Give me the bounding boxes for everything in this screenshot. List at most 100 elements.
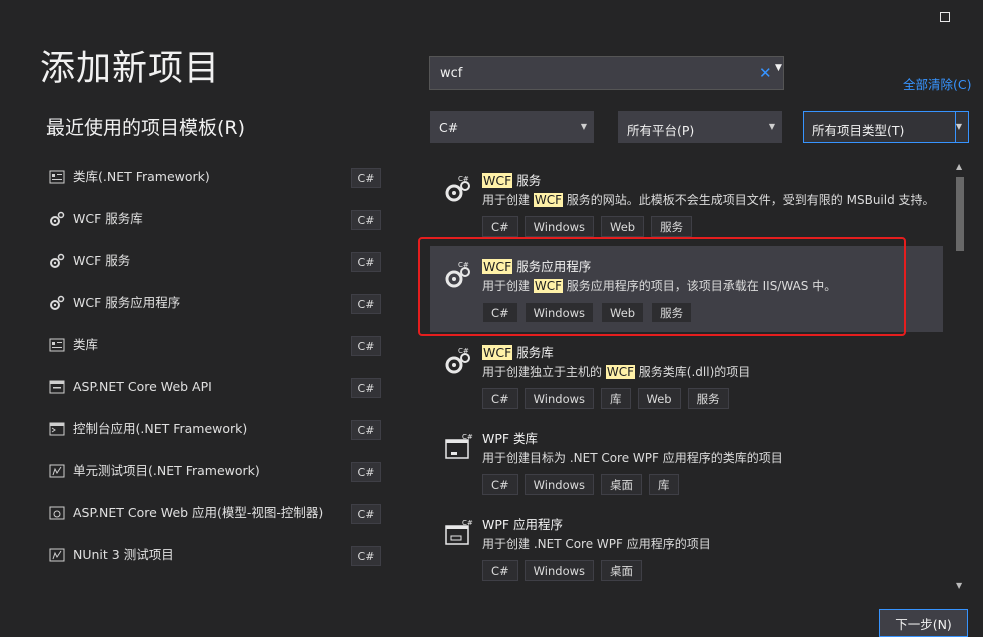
description-text: 用于创建目标为 .NET Core WPF 应用程序的类库的项目 [482,451,783,465]
template-tags: C# Windows 桌面 [482,560,643,581]
template-tag: Windows [524,216,595,237]
template-title-text: WPF 类库 [482,431,539,446]
search-match-highlight: WCF [482,345,513,360]
template-tag: 服务 [651,216,693,237]
clear-all-link[interactable]: 全部清除(C) [903,74,971,93]
maximize-icon[interactable] [940,12,950,22]
language-badge: C# [351,546,381,566]
description-text: 用于创建独立于主机的 [482,365,606,379]
project-type-filter-value: 所有项目类型(T) [812,123,905,138]
template-result-item[interactable]: C# WPF 类库用于创建目标为 .NET Core WPF 应用程序的类库的项目… [430,418,943,504]
recent-template-name: ASP.NET Core Web 应用(模型-视图-控制器) [73,505,324,520]
template-tag: 桌面 [601,474,643,495]
template-description: 用于创建独立于主机的 WCF 服务类库(.dll)的项目 [482,363,750,380]
template-tag: Windows [524,560,595,581]
template-results-list: C# WCF 服务 用于创建 WCF 服务的网站。此模板不会生成项目文件，受到有限的… [430,160,943,590]
wcf-gear-icon [49,253,65,269]
next-button[interactable]: 下一步(N) [879,609,968,637]
template-result-item[interactable]: C# WPF 应用程序用于创建 .NET Core WPF 应用程序的项目 C# Wi… [430,504,943,590]
results-scrollbar[interactable]: ▲ ▼ [954,162,966,590]
template-tag: 桌面 [601,560,643,581]
template-description: 用于创建目标为 .NET Core WPF 应用程序的类库的项目 [482,449,783,466]
template-result-item[interactable]: C# WCF 服务 用于创建 WCF 服务的网站。此模板不会生成项目文件，受到有限的… [430,160,943,246]
project-type-filter-dropdown[interactable]: 所有项目类型(T) ▼ [803,111,969,143]
template-tag: Windows [524,388,595,409]
template-tag: Web [601,216,645,237]
class-library-icon [49,337,65,353]
recent-template-name: 单元测试项目(.NET Framework) [73,463,260,478]
annotation-highlight-box [418,237,906,336]
wpf-app-icon: C# [444,518,474,548]
recent-template-item[interactable]: WCF 服务库 C# [46,198,381,240]
scroll-down-icon[interactable]: ▼ [956,581,962,590]
template-description: 用于创建 .NET Core WPF 应用程序的项目 [482,535,711,552]
platform-filter-value: 所有平台(P) [627,123,695,138]
template-title: WPF 类库 [482,428,538,447]
recent-template-item[interactable]: ASP.NET Core Web 应用(模型-视图-控制器) C# [46,492,381,534]
wcf-service-icon: C# [444,174,474,204]
recent-template-name: NUnit 3 测试项目 [73,547,174,562]
description-text: 服务类库(.dll)的项目 [634,365,751,379]
search-match-highlight: WCF [605,365,635,379]
web-api-icon [49,379,65,395]
recent-template-item[interactable]: ASP.NET Core Web API C# [46,366,381,408]
recent-template-item[interactable]: 类库 C# [46,324,381,366]
svg-text:C#: C# [458,175,469,183]
recent-template-item[interactable]: NUnit 3 测试项目 C# [46,534,381,576]
template-tag: Windows [524,474,595,495]
recent-template-item[interactable]: 控制台应用(.NET Framework) C# [46,408,381,450]
search-history-dropdown-icon[interactable]: ▼ [775,63,782,73]
language-filter-value: C# [439,120,459,135]
svg-text:C#: C# [462,433,473,441]
template-tag: C# [482,388,518,409]
test-project-icon [49,547,65,563]
template-description: 用于创建 WCF 服务的网站。此模板不会生成项目文件，受到有限的 MSBuild… [482,191,935,208]
template-tag: C# [482,560,518,581]
search-input[interactable] [438,65,742,82]
recent-template-item[interactable]: 单元测试项目(.NET Framework) C# [46,450,381,492]
language-badge: C# [351,420,381,440]
mvc-app-icon [49,505,65,521]
template-tag: 服务 [687,388,729,409]
language-badge: C# [351,168,381,188]
template-title-text: 服务 [512,173,542,188]
language-badge: C# [351,378,381,398]
search-clear-icon[interactable]: ✕ [759,64,772,82]
template-result-item[interactable]: C# WCF 服务库用于创建独立于主机的 WCF 服务类库(.dll)的项目 C# W… [430,332,943,418]
recent-template-name: 类库(.NET Framework) [73,169,210,184]
template-tag: Web [637,388,681,409]
page-title: 添加新项目 [40,49,221,89]
wcf-gear-icon [49,295,65,311]
description-text: 用于创建 .NET Core WPF 应用程序的项目 [482,537,711,551]
template-title: WPF 应用程序 [482,514,563,533]
chevron-down-icon: ▼ [955,122,962,131]
language-badge: C# [351,210,381,230]
template-tags: C# Windows Web 服务 [482,216,693,237]
language-badge: C# [351,336,381,356]
recent-template-name: WCF 服务应用程序 [73,295,181,310]
recent-template-item[interactable]: WCF 服务 C# [46,240,381,282]
language-badge: C# [351,294,381,314]
search-box[interactable]: ✕ ▼ [429,56,784,90]
test-project-icon [49,463,65,479]
scroll-thumb[interactable] [956,177,964,251]
language-badge: C# [351,504,381,524]
description-text: 用于创建 [482,193,534,207]
template-title-text: 服务库 [512,345,554,360]
search-match-highlight: WCF [533,193,563,207]
recent-template-name: WCF 服务 [73,253,131,268]
svg-text:C#: C# [458,347,469,355]
recent-template-name: 控制台应用(.NET Framework) [73,421,248,436]
console-app-icon [49,421,65,437]
template-title-text: WPF 应用程序 [482,517,564,532]
recent-template-item[interactable]: WCF 服务应用程序 C# [46,282,381,324]
chevron-down-icon: ▼ [580,122,587,131]
scroll-up-icon[interactable]: ▲ [956,162,962,171]
wcf-gear-icon [49,211,65,227]
language-filter-dropdown[interactable]: C# ▼ [430,111,594,143]
recent-templates-heading: 最近使用的项目模板(R) [46,117,246,139]
platform-filter-dropdown[interactable]: 所有平台(P) ▼ [618,111,782,143]
template-tag: 库 [649,474,679,495]
recent-template-item[interactable]: 类库(.NET Framework) C# [46,156,381,198]
template-title: WCF 服务 [482,170,541,189]
